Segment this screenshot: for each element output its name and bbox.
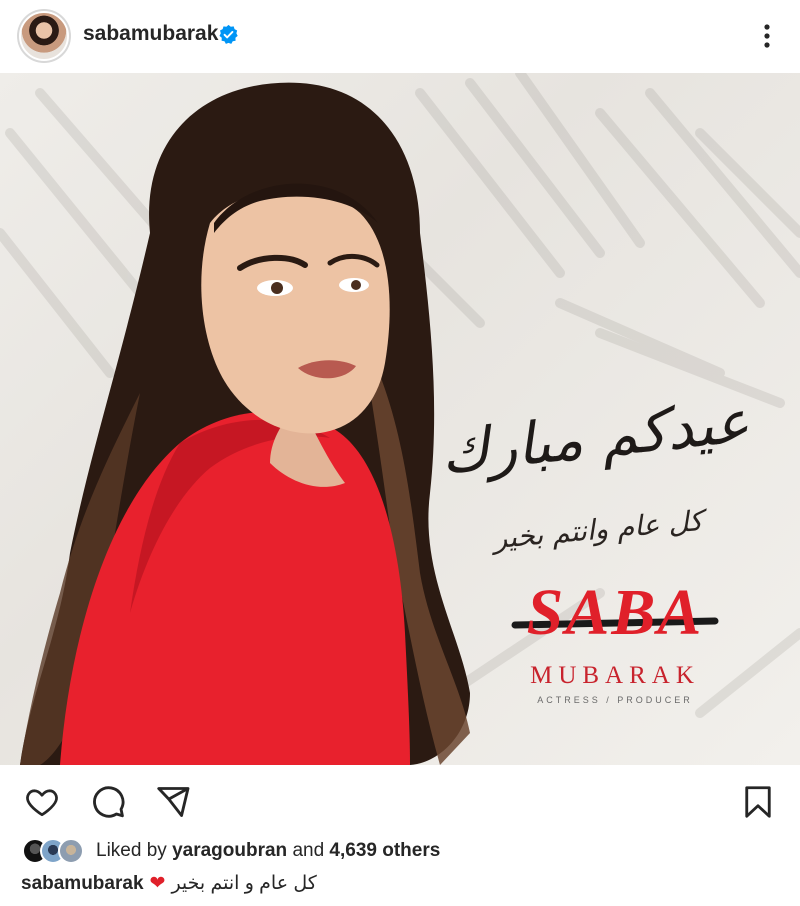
brand-role: ACTRESS / PRODUCER <box>537 695 693 705</box>
bookmark-icon <box>745 786 771 818</box>
caption-username[interactable]: sabamubarak <box>21 873 144 895</box>
brand-subtitle: MUBARAK <box>530 662 700 689</box>
post-header: sabamubarak <box>0 0 800 72</box>
likes-summary[interactable]: Liked by yaragoubran and 4,639 others <box>22 836 440 866</box>
username-link[interactable]: sabamubarak <box>83 22 218 46</box>
likes-prefix: Liked by <box>96 840 167 861</box>
send-icon <box>157 787 190 817</box>
share-button[interactable] <box>153 782 193 822</box>
likes-middle: and <box>292 840 325 861</box>
verified-badge-icon <box>219 24 238 44</box>
save-button[interactable] <box>738 782 778 822</box>
caption-text: كل عام و انتم بخير <box>171 873 317 894</box>
post-image[interactable]: عيدكم مبارك كل عام وانتم بخير SABA MUBAR… <box>0 73 800 765</box>
comment-icon <box>93 786 125 818</box>
like-button[interactable] <box>22 782 62 822</box>
comment-button[interactable] <box>88 782 128 822</box>
likes-others[interactable]: 4,639 others <box>329 840 440 861</box>
more-vertical-icon[interactable] <box>754 18 780 54</box>
avatar-image <box>19 11 69 61</box>
profile-avatar[interactable] <box>17 9 71 63</box>
likes-text: Liked by yaragoubran and 4,639 others <box>96 840 440 862</box>
liker-username[interactable]: yaragoubran <box>172 840 287 861</box>
red-heart-icon: ❤ <box>149 873 166 894</box>
brand-name: SABA <box>526 576 704 649</box>
liker-avatar <box>58 838 84 864</box>
post-caption: sabamubarak ❤ كل عام و انتم بخير <box>21 872 317 895</box>
action-bar <box>0 772 800 828</box>
heart-icon <box>26 789 58 817</box>
